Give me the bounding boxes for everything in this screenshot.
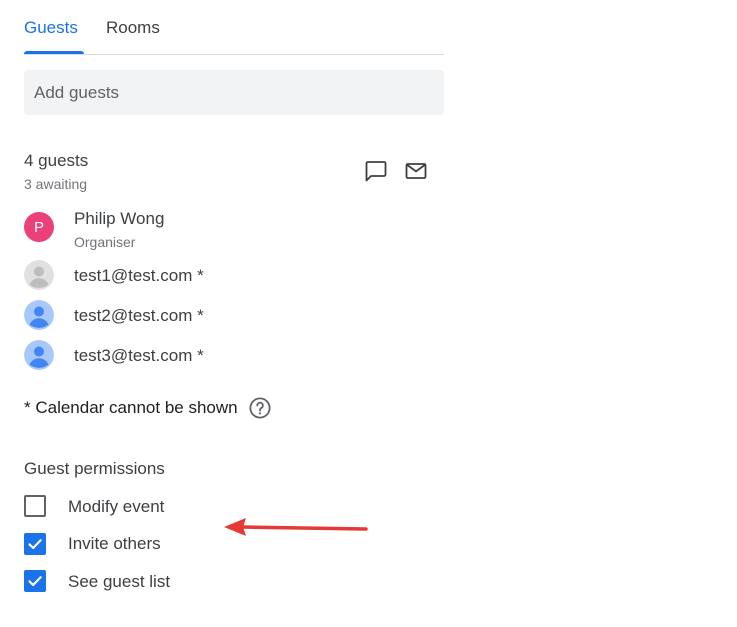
invite-others-label[interactable]: Invite others [68, 534, 161, 554]
guest-name: test2@test.com * [74, 306, 204, 325]
invite-others-checkbox[interactable] [24, 533, 46, 555]
email-icon-glyph [405, 163, 427, 179]
add-guests-input[interactable] [24, 70, 444, 115]
help-icon[interactable] [248, 396, 272, 420]
default-avatar-icon [24, 300, 54, 330]
tab-divider [24, 54, 444, 55]
chat-icon[interactable] [362, 157, 390, 185]
permissions-heading: Guest permissions [24, 459, 165, 478]
chat-icon-glyph [365, 161, 387, 182]
default-avatar-icon [24, 260, 54, 290]
annotation-arrow-icon [224, 518, 368, 536]
guest-name: test3@test.com * [74, 346, 204, 365]
calendar-note: * Calendar cannot be shown [24, 398, 238, 417]
tab-guests[interactable]: Guests [24, 18, 78, 38]
guest-role: Organiser [74, 234, 136, 250]
email-icon[interactable] [402, 157, 430, 185]
see-guest-list-checkbox[interactable] [24, 570, 46, 592]
guest-name: Philip Wong [74, 209, 165, 228]
tab-rooms[interactable]: Rooms [106, 18, 160, 38]
awaiting-count: 3 awaiting [24, 176, 88, 192]
guest-name: test1@test.com * [74, 266, 204, 285]
see-guest-list-label[interactable]: See guest list [68, 572, 170, 592]
checkmark-icon [28, 539, 42, 550]
avatar: P [24, 212, 54, 242]
default-avatar-icon [24, 340, 54, 370]
modify-event-checkbox[interactable] [24, 495, 46, 517]
checkmark-icon [28, 576, 42, 587]
guest-count: 4 guests [24, 151, 89, 170]
modify-event-label[interactable]: Modify event [68, 497, 164, 517]
